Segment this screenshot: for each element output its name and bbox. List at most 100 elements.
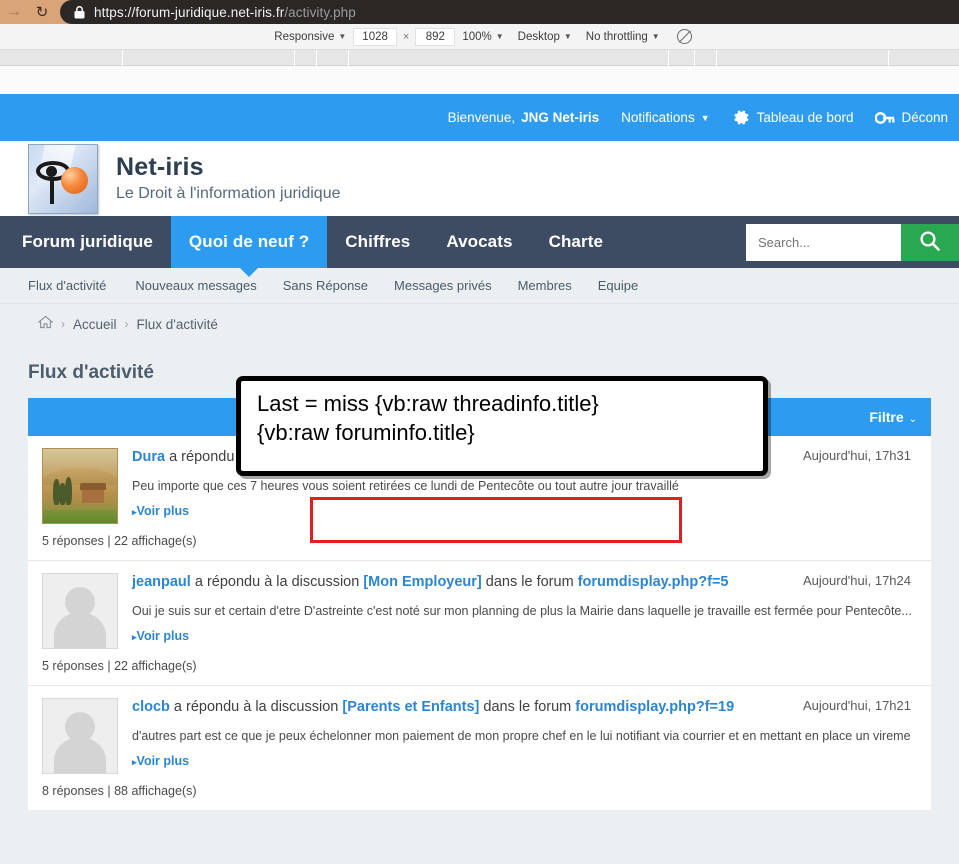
home-icon[interactable] — [37, 315, 54, 334]
forward-arrow-icon[interactable]: → — [0, 0, 28, 24]
breadcrumb-item-flux-activite[interactable]: Flux d'activité — [137, 317, 218, 332]
replies-count: 5 réponses — [42, 534, 104, 548]
chevron-down-icon: ▼ — [563, 32, 572, 41]
activity-row[interactable]: clocb a répondu à la discussion [Parents… — [28, 685, 931, 774]
username-label: JNG Net-iris — [521, 110, 600, 125]
subnav-membres[interactable]: Membres — [505, 278, 585, 293]
voir-plus-label: Voir plus — [136, 629, 190, 644]
subnav-equipe[interactable]: Equipe — [585, 278, 651, 293]
activity-forum-link[interactable]: forumdisplay.php?f=5 — [578, 574, 729, 590]
filter-label: Filtre — [869, 409, 904, 425]
nav-forum-juridique[interactable]: Forum juridique — [0, 216, 171, 268]
browser-toolbar: → ↻ https://forum-juridique.net-iris.fr/… — [0, 0, 959, 24]
subnav-flux-activite[interactable]: Flux d'activité — [28, 278, 122, 293]
page-viewport: Bienvenue, JNG Net-iris Notifications ▼ … — [0, 94, 959, 864]
activity-action-text: a répondu à la discussion — [173, 699, 339, 715]
device-preset-label: Responsive — [274, 30, 335, 43]
activity-excerpt: d'autres part est ce que je peux échelon… — [132, 728, 911, 743]
views-count: 22 affichage(s) — [114, 659, 197, 673]
device-preset-dropdown[interactable]: Responsive ▼ — [267, 31, 353, 43]
devtools-device-toolbar: Responsive ▼ 1028 × 892 100% ▼ Desktop ▼… — [0, 24, 959, 50]
viewport-width-input[interactable]: 1028 — [353, 27, 397, 46]
activity-in-forum-text: dans le forum — [485, 574, 574, 590]
activity-forum-link[interactable]: forumdisplay.php?f=19 — [575, 699, 734, 715]
activity-excerpt: Oui je suis sur et certain d'etre D'astr… — [132, 603, 911, 618]
dashboard-label: Tableau de bord — [756, 110, 854, 125]
nav-charte[interactable]: Charte — [531, 216, 621, 268]
sub-navigation: Flux d'activité Nouveaux messages Sans R… — [0, 268, 959, 304]
device-type-dropdown[interactable]: Desktop ▼ — [511, 31, 579, 43]
breadcrumb-separator: › — [124, 317, 129, 331]
activity-thread-link[interactable]: [Parents et Enfants] — [342, 699, 479, 715]
chevron-down-icon: ▼ — [651, 32, 660, 41]
site-branding: Net-iris Le Droit à l'information juridi… — [0, 141, 959, 216]
breadcrumb: › Accueil › Flux d'activité — [0, 304, 959, 344]
activity-body: jeanpaul a répondu à la discussion [Mon … — [118, 573, 917, 649]
viewport-ruler — [0, 50, 959, 66]
chevron-down-icon: ▼ — [495, 32, 504, 41]
device-type-label: Desktop — [517, 30, 560, 43]
meta-separator: | — [107, 784, 111, 798]
no-cache-icon[interactable] — [676, 29, 692, 44]
address-bar[interactable]: https://forum-juridique.net-iris.fr/acti… — [60, 0, 959, 24]
subnav-messages-prives[interactable]: Messages privés — [381, 278, 505, 293]
dashboard-link[interactable]: Tableau de bord — [721, 108, 865, 127]
search-input[interactable] — [746, 224, 901, 261]
viewport-height-input[interactable]: 892 — [415, 27, 456, 46]
zoom-label: 100% — [462, 30, 492, 43]
activity-description: jeanpaul a répondu à la discussion [Mon … — [132, 573, 728, 592]
nav-quoi-de-neuf[interactable]: Quoi de neuf ? — [170, 216, 328, 277]
activity-timestamp: Aujourd'hui, 17h21 — [802, 698, 911, 713]
activity-thread-link[interactable]: [Mon Employeur] — [363, 574, 481, 590]
default-user-avatar[interactable] — [42, 698, 118, 774]
site-title: Net-iris — [116, 153, 204, 182]
activity-in-forum-text: dans le forum — [483, 699, 572, 715]
replies-count: 8 réponses — [42, 784, 104, 798]
activity-row[interactable]: jeanpaul a répondu à la discussion [Mon … — [28, 560, 931, 649]
activity-excerpt: Peu importe que ces 7 heures vous soient… — [132, 478, 679, 493]
activity-description: clocb a répondu à la discussion [Parents… — [132, 698, 734, 717]
meta-separator: | — [107, 534, 111, 548]
filter-button[interactable]: Filtre ⌄ — [869, 409, 917, 425]
voir-plus-link[interactable]: ▸Voir plus — [132, 629, 911, 643]
subnav-nouveaux-messages[interactable]: Nouveaux messages — [122, 278, 269, 293]
branding-text: Net-iris Le Droit à l'information juridi… — [116, 154, 341, 203]
notifications-menu[interactable]: Notifications ▼ — [610, 110, 720, 125]
annotation-line-2: {vb:raw foruminfo.title} — [257, 420, 475, 446]
breadcrumb-item-accueil[interactable]: Accueil — [73, 317, 117, 332]
net-iris-logo-icon[interactable] — [28, 143, 98, 214]
activity-meta: 8 réponses | 88 affichage(s) — [28, 774, 931, 810]
activity-user-link[interactable]: jeanpaul — [132, 574, 191, 590]
user-top-bar: Bienvenue, JNG Net-iris Notifications ▼ … — [0, 94, 959, 141]
url-text: https://forum-juridique.net-iris.fr/acti… — [94, 4, 356, 20]
reload-icon[interactable]: ↻ — [28, 0, 56, 24]
dimension-separator: × — [402, 30, 410, 43]
welcome-greeting: Bienvenue, JNG Net-iris — [437, 110, 611, 125]
logout-link[interactable]: Déconn — [864, 110, 959, 125]
voir-plus-label: Voir plus — [136, 754, 190, 769]
annotation-highlight-box — [310, 497, 682, 543]
activity-user-link[interactable]: Dura — [132, 449, 165, 465]
nav-chiffres[interactable]: Chiffres — [327, 216, 428, 268]
search-button[interactable] — [901, 224, 959, 261]
subnav-sans-reponse[interactable]: Sans Réponse — [270, 278, 381, 293]
views-count: 22 affichage(s) — [114, 534, 197, 548]
notifications-label: Notifications — [621, 110, 695, 125]
main-navigation: Forum juridique Quoi de neuf ? Chiffres … — [0, 216, 959, 277]
activity-action-text: a répondu à la discussion — [194, 574, 360, 590]
throttling-dropdown[interactable]: No throttling ▼ — [579, 31, 667, 43]
voir-plus-label: Voir plus — [136, 504, 190, 519]
chevron-down-icon: ⌄ — [908, 414, 917, 425]
landscape-photo-avatar[interactable] — [42, 448, 118, 524]
search-box — [746, 224, 959, 261]
zoom-dropdown[interactable]: 100% ▼ — [455, 31, 510, 43]
breadcrumb-separator: › — [61, 317, 65, 331]
chevron-down-icon: ▼ — [700, 112, 710, 123]
default-user-avatar[interactable] — [42, 573, 118, 649]
activity-header: clocb a répondu à la discussion [Parents… — [132, 698, 911, 717]
voir-plus-link[interactable]: ▸Voir plus — [132, 754, 911, 768]
site-tagline: Le Droit à l'information juridique — [116, 184, 341, 202]
activity-user-link[interactable]: clocb — [132, 699, 170, 715]
replies-count: 5 réponses — [42, 659, 104, 673]
nav-avocats[interactable]: Avocats — [428, 216, 530, 268]
